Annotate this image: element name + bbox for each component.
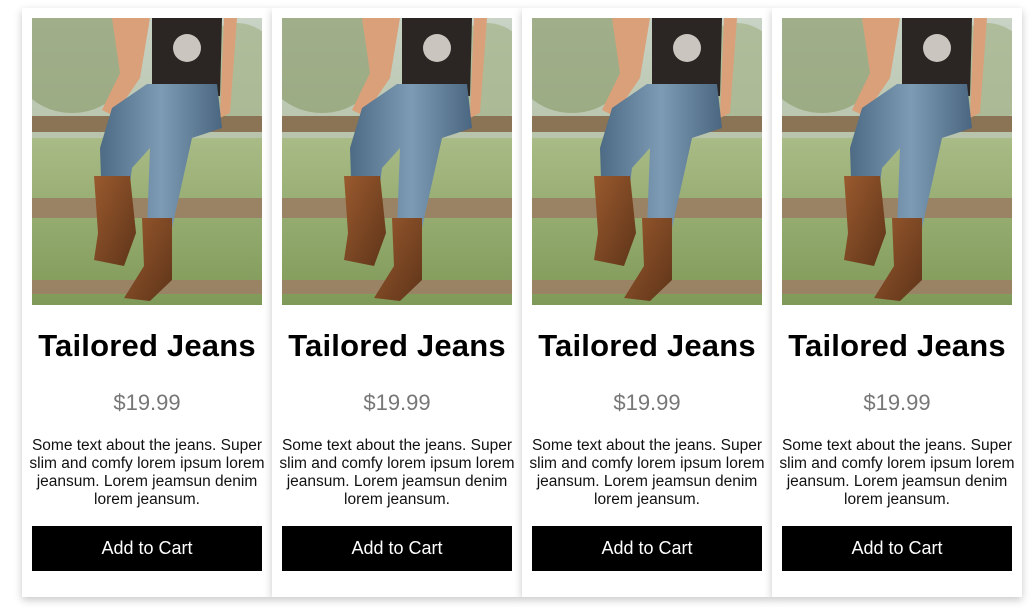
product-title: Tailored Jeans <box>788 328 1006 363</box>
product-title: Tailored Jeans <box>288 328 506 363</box>
add-to-cart-button[interactable]: Add to Cart <box>32 526 262 571</box>
product-description: Some text about the jeans. Super slim an… <box>29 437 265 508</box>
product-description: Some text about the jeans. Super slim an… <box>279 437 515 508</box>
product-image[interactable] <box>782 18 1012 305</box>
add-to-cart-button[interactable]: Add to Cart <box>282 526 512 571</box>
product-price: $19.99 <box>363 390 431 415</box>
product-card: Tailored Jeans $19.99 Some text about th… <box>772 8 1022 597</box>
product-card: Tailored Jeans $19.99 Some text about th… <box>22 8 272 597</box>
product-price: $19.99 <box>613 390 681 415</box>
product-image[interactable] <box>32 18 262 305</box>
product-grid: Tailored Jeans $19.99 Some text about th… <box>0 0 1036 614</box>
product-card: Tailored Jeans $19.99 Some text about th… <box>522 8 772 597</box>
add-to-cart-button[interactable]: Add to Cart <box>532 526 762 571</box>
product-title: Tailored Jeans <box>538 328 756 363</box>
product-title: Tailored Jeans <box>38 328 256 363</box>
product-description: Some text about the jeans. Super slim an… <box>529 437 765 508</box>
product-image[interactable] <box>532 18 762 305</box>
product-image[interactable] <box>282 18 512 305</box>
product-card: Tailored Jeans $19.99 Some text about th… <box>272 8 522 597</box>
add-to-cart-button[interactable]: Add to Cart <box>782 526 1012 571</box>
product-price: $19.99 <box>863 390 931 415</box>
product-price: $19.99 <box>113 390 181 415</box>
product-description: Some text about the jeans. Super slim an… <box>779 437 1015 508</box>
